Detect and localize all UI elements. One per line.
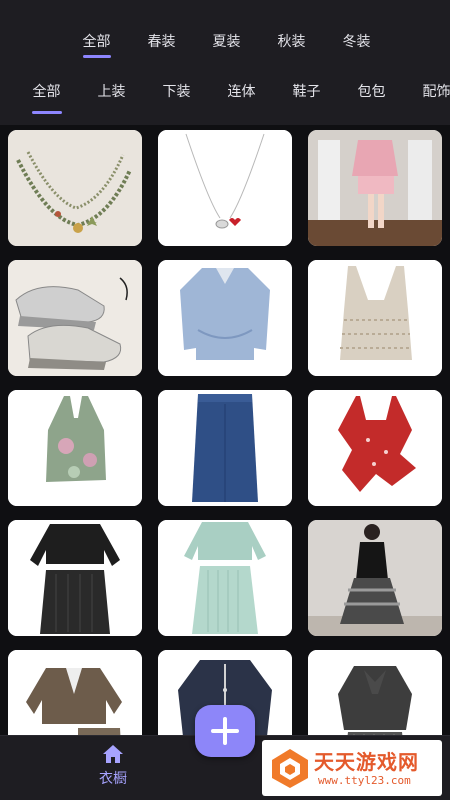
plus-icon xyxy=(211,717,239,745)
item-card[interactable] xyxy=(308,520,442,636)
season-tab-bar: 全部 春装 夏装 秋装 冬装 xyxy=(0,0,450,72)
item-card[interactable] xyxy=(8,520,142,636)
tab-category-bags[interactable]: 包包 xyxy=(339,72,404,118)
add-item-button[interactable] xyxy=(195,705,255,757)
black-knit-set-photo xyxy=(8,520,142,636)
tab-season-summer[interactable]: 夏装 xyxy=(194,0,259,72)
mint-knit-set-photo xyxy=(158,520,292,636)
beaded-necklace-photo xyxy=(8,130,142,246)
chunky-sneakers-photo xyxy=(8,260,142,376)
category-tab-bar: 全部 上装 下装 连体 鞋子 包包 配饰 xyxy=(0,72,450,118)
black-dress-photo xyxy=(308,520,442,636)
denim-shirt-photo xyxy=(158,260,292,376)
tab-category-onepiece[interactable]: 连体 xyxy=(209,72,274,118)
tab-season-autumn[interactable]: 秋装 xyxy=(259,0,324,72)
tweed-jacket-photo xyxy=(8,650,142,735)
watermark-logo-icon xyxy=(272,749,308,788)
tab-category-accessories[interactable]: 配饰 xyxy=(404,72,450,118)
tab-season-spring[interactable]: 春装 xyxy=(129,0,194,72)
item-card[interactable] xyxy=(308,130,442,246)
pendant-necklace-photo xyxy=(158,130,292,246)
item-card[interactable] xyxy=(158,130,292,246)
watermark-url: www.ttyl23.com xyxy=(318,774,411,787)
item-card[interactable] xyxy=(8,650,142,735)
tab-season-winter[interactable]: 冬装 xyxy=(324,0,389,72)
wardrobe-grid xyxy=(0,125,450,735)
watermark-title: 天天游戏网 xyxy=(314,750,419,774)
item-card[interactable] xyxy=(308,260,442,376)
tab-season-all[interactable]: 全部 xyxy=(64,0,129,72)
tab-category-shoes[interactable]: 鞋子 xyxy=(274,72,339,118)
item-card[interactable] xyxy=(8,260,142,376)
denim-skirt-photo xyxy=(158,390,292,506)
tab-category-all[interactable]: 全部 xyxy=(14,72,79,118)
red-ruffle-top-photo xyxy=(308,390,442,506)
home-icon xyxy=(103,745,123,763)
item-card[interactable] xyxy=(158,390,292,506)
nav-wardrobe-button[interactable]: 衣橱 xyxy=(78,744,148,788)
item-card[interactable] xyxy=(308,650,442,735)
pink-cardigan-set-photo xyxy=(308,130,442,246)
crochet-tank-top-photo xyxy=(308,260,442,376)
item-card[interactable] xyxy=(158,260,292,376)
nav-wardrobe-label: 衣橱 xyxy=(99,771,127,787)
site-watermark: 天天游戏网 www.ttyl23.com xyxy=(262,740,442,796)
tab-category-bottoms[interactable]: 下装 xyxy=(144,72,209,118)
halter-top-photo xyxy=(8,390,142,506)
item-card[interactable] xyxy=(308,390,442,506)
item-card[interactable] xyxy=(8,390,142,506)
item-card[interactable] xyxy=(158,520,292,636)
tab-category-tops[interactable]: 上装 xyxy=(79,72,144,118)
item-card[interactable] xyxy=(8,130,142,246)
bow-blouse-photo xyxy=(308,650,442,735)
